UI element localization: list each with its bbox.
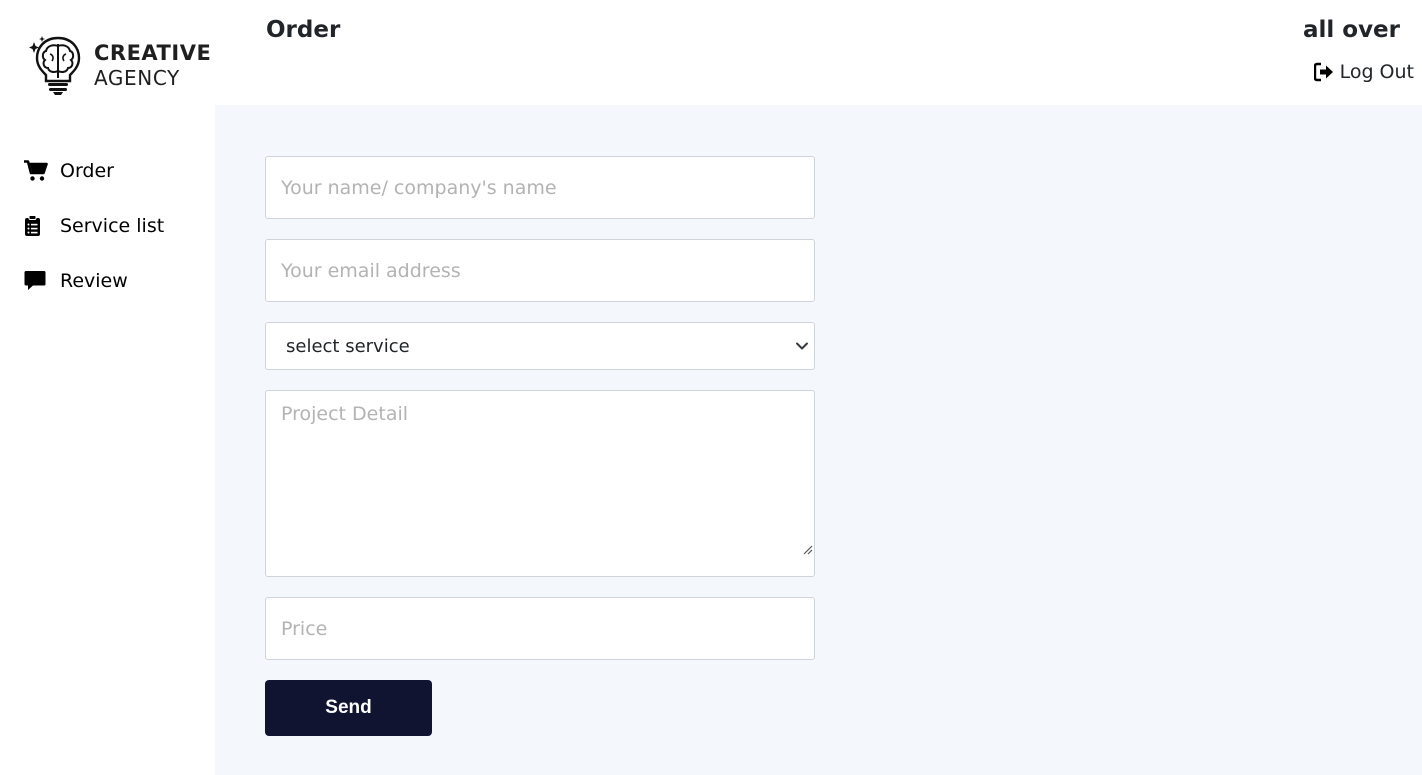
comment-icon [24, 270, 48, 292]
project-detail-textarea[interactable] [265, 390, 815, 577]
sidebar-item-review-label: Review [60, 270, 128, 292]
app-root: CREATIVE AGENCY Order Service list Revie… [0, 0, 1422, 775]
price-input[interactable] [265, 597, 815, 660]
service-select-value: select service [265, 322, 815, 370]
order-form: select service Send [265, 156, 815, 736]
sidebar-item-service-list-label: Service list [60, 215, 165, 237]
sidebar-item-order-label: Order [60, 160, 114, 182]
brand-line2: AGENCY [94, 65, 180, 90]
email-input[interactable] [265, 239, 815, 302]
logout-label: Log Out [1339, 61, 1414, 83]
resize-grip-icon[interactable] [802, 544, 813, 555]
top-header: Order all over Log Out [215, 0, 1422, 105]
sidebar: CREATIVE AGENCY Order Service list Revie… [0, 0, 215, 775]
logout-button[interactable]: Log Out [1313, 61, 1414, 83]
sidebar-nav: Order Service list Review [24, 155, 164, 320]
sidebar-item-order[interactable]: Order [24, 155, 164, 187]
sidebar-item-service-list[interactable]: Service list [24, 210, 164, 242]
main-content: select service Send [215, 105, 1422, 775]
cart-icon [24, 160, 48, 182]
sign-out-icon [1313, 62, 1334, 82]
sidebar-item-review[interactable]: Review [24, 265, 164, 297]
clipboard-list-icon [24, 215, 48, 237]
brain-lightbulb-icon [29, 36, 81, 95]
brand-line1: CREATIVE [94, 40, 212, 65]
send-button[interactable]: Send [265, 680, 432, 736]
chevron-down-icon [796, 342, 808, 350]
brand-logo[interactable]: CREATIVE AGENCY [28, 34, 218, 96]
name-input[interactable] [265, 156, 815, 219]
user-name: all over [1302, 17, 1400, 43]
brand-wordmark: CREATIVE AGENCY [94, 40, 212, 90]
project-detail-wrapper [265, 390, 815, 577]
service-select[interactable]: select service [265, 322, 815, 370]
page-title: Order [266, 17, 341, 43]
